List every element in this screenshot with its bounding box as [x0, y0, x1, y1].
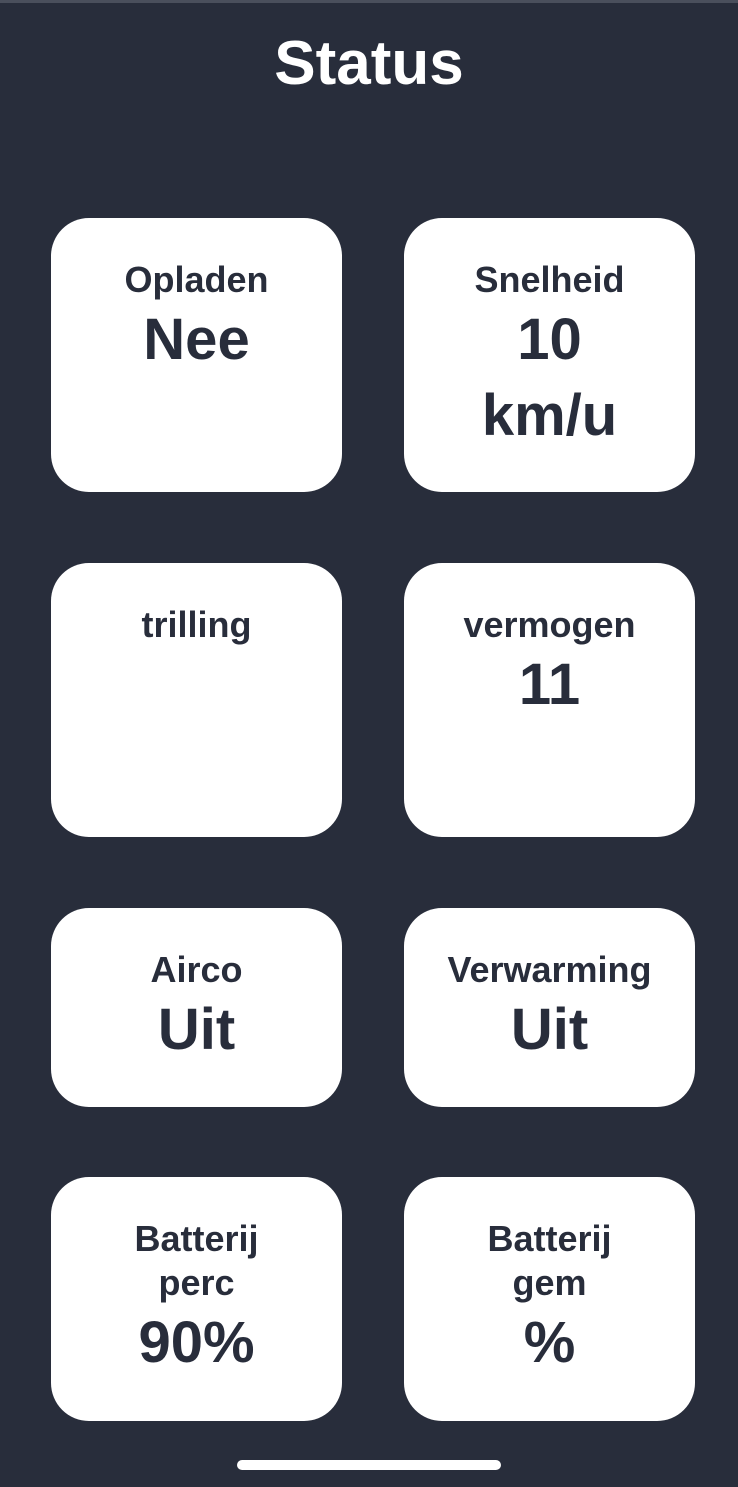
- card-label: Snelheid: [474, 259, 625, 300]
- card-value: 90%: [138, 1310, 255, 1375]
- page-title: Status: [274, 29, 464, 98]
- top-divider: [0, 0, 738, 3]
- card-value: %: [523, 1310, 576, 1375]
- card-opladen[interactable]: Opladen Nee: [51, 218, 342, 492]
- card-verwarming[interactable]: Verwarming Uit: [404, 908, 695, 1107]
- card-value-unit: km/u: [481, 383, 618, 448]
- card-label-line2: perc: [158, 1262, 235, 1303]
- card-label: Verwarming: [447, 949, 652, 990]
- home-indicator[interactable]: [237, 1460, 501, 1470]
- card-label: vermogen: [463, 604, 636, 645]
- card-snelheid[interactable]: Snelheid 10 km/u: [404, 218, 695, 492]
- card-value: 11: [518, 652, 581, 717]
- card-value: Uit: [510, 997, 589, 1062]
- card-value: Nee: [143, 307, 250, 372]
- card-value: 10: [517, 307, 582, 372]
- card-label-line2: gem: [512, 1262, 587, 1303]
- card-value: Uit: [157, 997, 236, 1062]
- card-trilling[interactable]: trilling: [51, 563, 342, 837]
- card-label: Batterij: [134, 1218, 259, 1259]
- card-batterij-gem[interactable]: Batterij gem %: [404, 1177, 695, 1421]
- card-batterij-perc[interactable]: Batterij perc 90%: [51, 1177, 342, 1421]
- card-label: Opladen: [124, 259, 269, 300]
- card-airco[interactable]: Airco Uit: [51, 908, 342, 1107]
- card-label: trilling: [141, 604, 252, 645]
- card-label: Airco: [150, 949, 243, 990]
- card-label: Batterij: [487, 1218, 612, 1259]
- card-vermogen[interactable]: vermogen 11: [404, 563, 695, 837]
